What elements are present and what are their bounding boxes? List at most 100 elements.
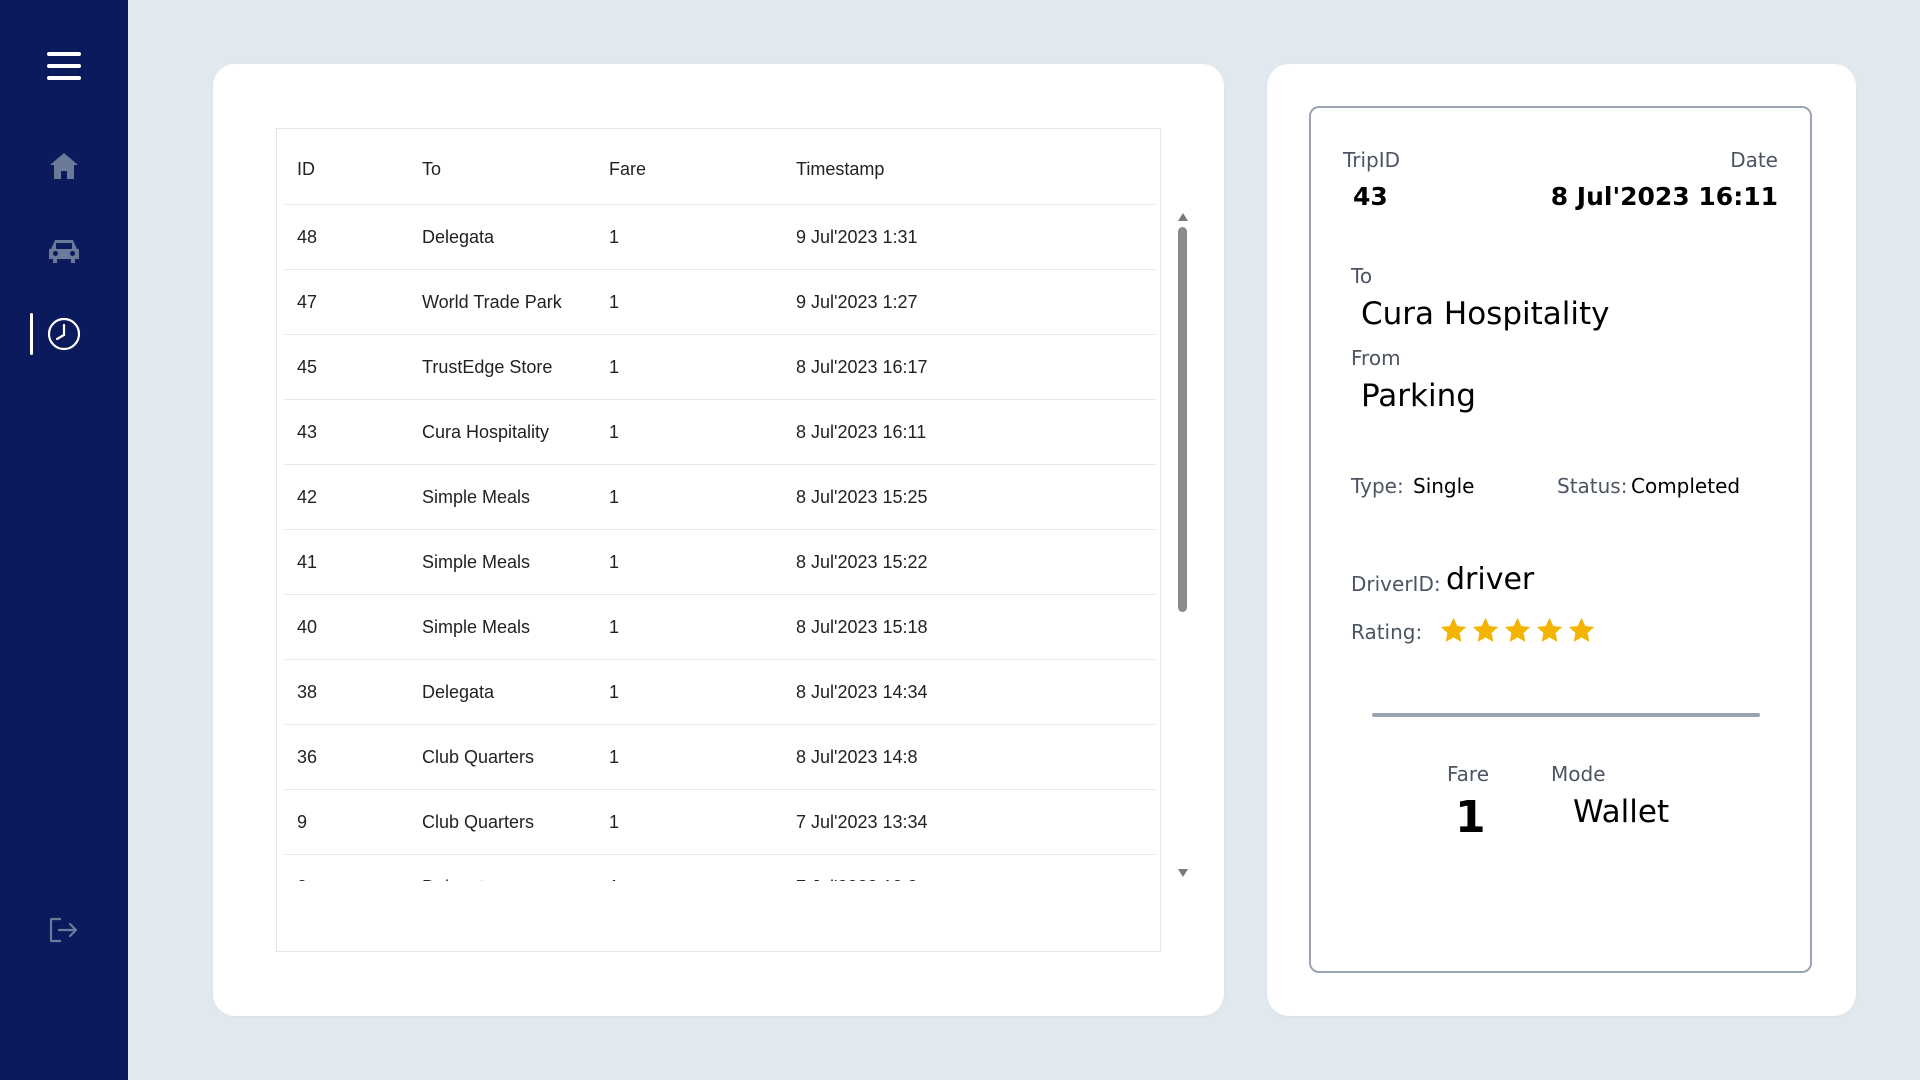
star-icon	[1472, 617, 1499, 642]
table-row[interactable]: 36 Club Quarters 1 8 Jul'2023 14:8	[285, 725, 1155, 790]
sidebar	[0, 0, 128, 1080]
cell-to: Club Quarters	[422, 812, 535, 832]
trip-detail-card: TripID 43 Date 8 Jul'2023 16:11 To Cura …	[1267, 64, 1856, 1016]
cell-timestamp: 8 Jul'2023 14:8	[796, 747, 918, 767]
mode-value: Wallet	[1573, 794, 1670, 830]
cell-fare: 1	[609, 747, 620, 767]
from-value: Parking	[1361, 378, 1476, 414]
fare-value: 1	[1455, 792, 1486, 843]
driver-id-value: driver	[1446, 562, 1535, 597]
cell-fare: 1	[609, 617, 620, 637]
cell-id: 43	[297, 422, 318, 442]
trip-id-label: TripID	[1343, 148, 1401, 172]
cell-timestamp: 8 Jul'2023 14:34	[796, 682, 928, 702]
rating-stars	[1439, 616, 1596, 645]
table-row[interactable]: 41 Simple Meals 1 8 Jul'2023 15:22	[285, 530, 1155, 595]
cell-id: 8	[297, 877, 307, 881]
cell-timestamp: 7 Jul'2023 13:8	[796, 877, 918, 881]
divider	[1372, 713, 1760, 717]
table-row[interactable]: 8 Delegata 1 7 Jul'2023 13:8	[285, 855, 1155, 881]
scroll-thumb[interactable]	[1178, 227, 1187, 612]
driver-id-label: DriverID:	[1351, 572, 1441, 596]
cell-fare: 1	[609, 682, 620, 702]
star-icon	[1440, 617, 1467, 642]
cell-timestamp: 9 Jul'2023 1:27	[796, 292, 918, 312]
table-row[interactable]: 45 TrustEdge Store 1 8 Jul'2023 16:17	[285, 335, 1155, 400]
star-icon	[1536, 617, 1563, 642]
column-header-to[interactable]: To	[422, 159, 441, 180]
cell-to: Simple Meals	[422, 552, 531, 572]
table-header: ID To Fare Timestamp	[285, 129, 1155, 205]
logout-icon[interactable]	[0, 912, 128, 948]
car-icon[interactable]	[0, 230, 128, 270]
cell-to: TrustEdge Store	[422, 357, 553, 377]
cell-to: Cura Hospitality	[422, 422, 550, 442]
cell-to: Delegata	[422, 877, 494, 881]
type-label: Type:	[1351, 474, 1404, 498]
mode-label: Mode	[1551, 762, 1606, 786]
to-value: Cura Hospitality	[1361, 296, 1610, 332]
cell-id: 48	[297, 227, 318, 247]
cell-timestamp: 8 Jul'2023 15:22	[796, 552, 928, 572]
cell-fare: 1	[609, 357, 620, 377]
cell-id: 36	[297, 747, 318, 767]
table-row[interactable]: 9 Club Quarters 1 7 Jul'2023 13:34	[285, 790, 1155, 855]
table-row[interactable]: 47 World Trade Park 1 9 Jul'2023 1:27	[285, 270, 1155, 335]
menu-icon[interactable]	[0, 44, 128, 88]
cell-timestamp: 9 Jul'2023 1:31	[796, 227, 918, 247]
cell-fare: 1	[609, 877, 619, 881]
cell-id: 40	[297, 617, 318, 637]
type-value: Single	[1413, 474, 1475, 498]
from-label: From	[1351, 346, 1401, 370]
cell-to: Club Quarters	[422, 747, 535, 767]
trips-card: ID To Fare Timestamp 48 Delegata 1 9 Jul'20…	[213, 64, 1224, 1016]
trip-detail-panel: TripID 43 Date 8 Jul'2023 16:11 To Cura …	[1309, 106, 1812, 973]
date-value: 8 Jul'2023 16:11	[1550, 182, 1778, 211]
cell-to: Delegata	[422, 227, 495, 247]
trip-id-value: 43	[1353, 182, 1388, 211]
cell-to: Simple Meals	[422, 487, 531, 507]
cell-timestamp: 8 Jul'2023 16:11	[796, 422, 927, 442]
scroll-down-arrow-icon[interactable]	[1178, 869, 1188, 877]
cell-fare: 1	[609, 422, 620, 442]
trips-table: ID To Fare Timestamp 48 Delegata 1 9 Jul'20…	[276, 128, 1188, 952]
home-icon[interactable]	[0, 146, 128, 186]
table-row[interactable]: 38 Delegata 1 8 Jul'2023 14:34	[285, 660, 1155, 725]
to-label: To	[1351, 264, 1373, 288]
table-scrollbar[interactable]	[1175, 209, 1189, 879]
cell-id: 45	[297, 357, 318, 377]
cell-timestamp: 8 Jul'2023 15:25	[796, 487, 928, 507]
cell-fare: 1	[609, 292, 620, 312]
cell-id: 41	[297, 552, 318, 572]
cell-id: 47	[297, 292, 318, 312]
cell-to: World Trade Park	[422, 292, 562, 312]
cell-fare: 1	[609, 227, 620, 247]
cell-to: Simple Meals	[422, 617, 531, 637]
cell-id: 42	[297, 487, 318, 507]
scroll-up-arrow-icon[interactable]	[1178, 213, 1188, 221]
cell-timestamp: 7 Jul'2023 13:34	[796, 812, 928, 832]
status-label: Status:	[1557, 474, 1628, 498]
table-row[interactable]: 48 Delegata 1 9 Jul'2023 1:31	[285, 205, 1155, 270]
date-label: Date	[1730, 148, 1778, 172]
star-icon	[1568, 617, 1595, 642]
cell-to: Delegata	[422, 682, 495, 702]
cell-fare: 1	[609, 552, 620, 572]
table-row[interactable]: 40 Simple Meals 1 8 Jul'2023 15:18	[285, 595, 1155, 660]
table-body: 48 Delegata 1 9 Jul'2023 1:31 47 World Trade …	[285, 205, 1155, 881]
cell-id: 9	[297, 812, 308, 832]
column-header-fare[interactable]: Fare	[609, 159, 646, 180]
cell-fare: 1	[609, 487, 620, 507]
star-icon	[1504, 617, 1531, 642]
cell-fare: 1	[609, 812, 620, 832]
column-header-timestamp[interactable]: Timestamp	[796, 159, 884, 180]
table-row[interactable]: 43 Cura Hospitality 1 8 Jul'2023 16:11	[285, 400, 1155, 465]
history-clock-icon[interactable]	[0, 314, 128, 354]
cell-id: 38	[297, 682, 318, 702]
fare-label: Fare	[1447, 762, 1490, 786]
status-value: Completed	[1631, 474, 1741, 498]
table-row[interactable]: 42 Simple Meals 1 8 Jul'2023 15:25	[285, 465, 1155, 530]
cell-timestamp: 8 Jul'2023 15:18	[796, 617, 928, 637]
column-header-id[interactable]: ID	[297, 159, 315, 180]
rating-label: Rating:	[1351, 620, 1423, 644]
